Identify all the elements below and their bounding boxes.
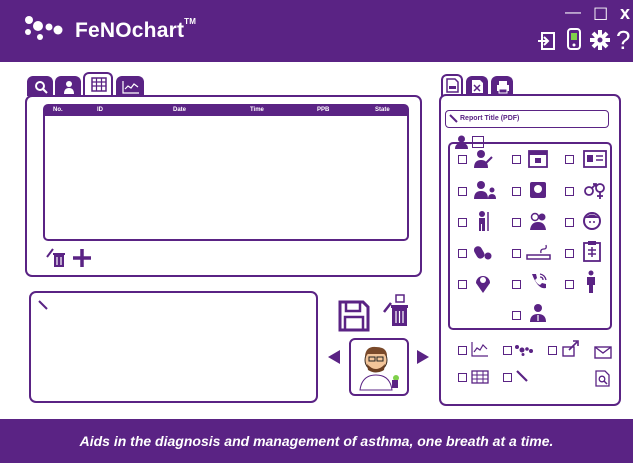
doctor-avatar[interactable] xyxy=(349,338,409,396)
logo-dots-icon xyxy=(515,345,533,356)
field-checkbox-doctor[interactable] xyxy=(458,155,467,164)
add-record-icon[interactable] xyxy=(72,248,92,268)
pdf-document-icon xyxy=(446,78,459,93)
search-icon xyxy=(35,81,48,94)
person-icon xyxy=(587,270,595,293)
logo-dots-icon xyxy=(25,16,63,40)
col-ppb: PPB xyxy=(317,107,330,113)
excel-document-icon xyxy=(472,80,483,93)
option-checkbox-graph[interactable] xyxy=(458,346,467,355)
col-time: Time xyxy=(250,107,264,113)
col-no: No. xyxy=(53,107,63,113)
next-arrow-icon[interactable] xyxy=(416,349,430,365)
tab-graph[interactable] xyxy=(116,76,144,96)
gender-icon xyxy=(584,183,605,199)
field-checkbox-age[interactable] xyxy=(512,187,521,196)
field-checkbox-physician[interactable] xyxy=(512,311,521,320)
field-checkbox-calendar[interactable] xyxy=(512,155,521,164)
clipboard-icon xyxy=(583,241,601,262)
notes-panel[interactable] xyxy=(29,291,318,403)
smoking-icon xyxy=(526,244,551,260)
preview-icon[interactable] xyxy=(595,370,610,387)
trademark: TM xyxy=(184,17,197,26)
field-checkbox-medication[interactable] xyxy=(458,249,467,258)
col-state: State xyxy=(375,107,390,113)
field-checkbox-gender[interactable] xyxy=(565,187,574,196)
age-icon xyxy=(530,182,546,198)
medication-icon xyxy=(474,246,492,260)
brand-logo: FeNOchartTM xyxy=(75,17,197,43)
brand-name: FeNOchart xyxy=(75,19,185,42)
calendar-icon xyxy=(528,150,548,168)
tab-pdf[interactable] xyxy=(441,74,463,96)
device-icon[interactable] xyxy=(566,27,582,51)
graph-icon xyxy=(122,81,139,94)
option-checkbox-export[interactable] xyxy=(548,346,557,355)
pencil-icon xyxy=(449,114,458,123)
previous-arrow-icon[interactable] xyxy=(327,349,341,365)
close-button[interactable]: x xyxy=(620,3,630,23)
tab-search[interactable] xyxy=(27,76,53,96)
patient-icon xyxy=(64,81,74,94)
phone-icon xyxy=(532,273,547,289)
report-title-input[interactable]: Report Title (PDF) xyxy=(445,110,609,128)
tab-excel[interactable] xyxy=(466,76,488,96)
doctor-avatar-icon xyxy=(359,346,399,391)
app-header: FeNOchartTM — ☐ x ? xyxy=(0,0,633,62)
footer-tagline: Aids in the diagnosis and management of … xyxy=(0,419,633,463)
field-checkbox-id-card[interactable] xyxy=(565,155,574,164)
gear-icon[interactable] xyxy=(589,29,611,51)
field-checkbox-phone[interactable] xyxy=(512,280,521,289)
field-checkbox-smoking[interactable] xyxy=(512,249,521,258)
field-checkbox-child[interactable] xyxy=(565,218,574,227)
field-checkbox-patient-pair[interactable] xyxy=(458,187,467,196)
option-checkbox-logo[interactable] xyxy=(503,346,512,355)
table-icon xyxy=(471,370,489,384)
location-icon xyxy=(476,276,490,293)
export-icon xyxy=(562,340,579,357)
id-card-icon xyxy=(583,150,607,168)
maximize-button[interactable]: ☐ xyxy=(593,5,608,25)
option-checkbox-notes[interactable] xyxy=(503,373,512,382)
logout-icon[interactable] xyxy=(537,31,557,51)
help-button[interactable]: ? xyxy=(616,27,630,53)
doctor-icon xyxy=(474,150,493,168)
field-checkbox-group[interactable] xyxy=(512,218,521,227)
pencil-icon xyxy=(38,300,48,310)
height-icon xyxy=(479,211,489,231)
records-table: No. ID Date Time PPB State xyxy=(43,104,409,241)
table-icon xyxy=(91,77,107,92)
col-id: ID xyxy=(97,107,103,113)
field-checkbox-clipboard[interactable] xyxy=(565,249,574,258)
save-icon[interactable] xyxy=(338,300,370,332)
pencil-icon xyxy=(516,370,528,382)
table-header: No. ID Date Time PPB State xyxy=(45,106,407,116)
tab-print[interactable] xyxy=(491,76,513,96)
report-fields-box xyxy=(448,142,612,330)
option-checkbox-table[interactable] xyxy=(458,373,467,382)
field-checkbox-height[interactable] xyxy=(458,218,467,227)
group-icon xyxy=(530,212,546,230)
col-date: Date xyxy=(173,107,187,113)
printer-icon xyxy=(497,81,509,94)
field-checkbox-location[interactable] xyxy=(458,280,467,289)
minimize-button[interactable]: — xyxy=(565,3,581,23)
delete-record-icon[interactable] xyxy=(45,247,67,269)
report-title-placeholder: Report Title (PDF) xyxy=(460,115,520,122)
tab-table[interactable] xyxy=(83,72,113,96)
physician-icon xyxy=(530,304,546,322)
child-icon xyxy=(583,212,601,230)
email-icon[interactable] xyxy=(594,346,612,359)
patient-pair-icon xyxy=(474,181,496,199)
tab-patient[interactable] xyxy=(55,76,81,96)
delete-note-icon[interactable] xyxy=(383,294,409,328)
graph-icon xyxy=(471,342,488,357)
field-checkbox-person[interactable] xyxy=(565,280,574,289)
